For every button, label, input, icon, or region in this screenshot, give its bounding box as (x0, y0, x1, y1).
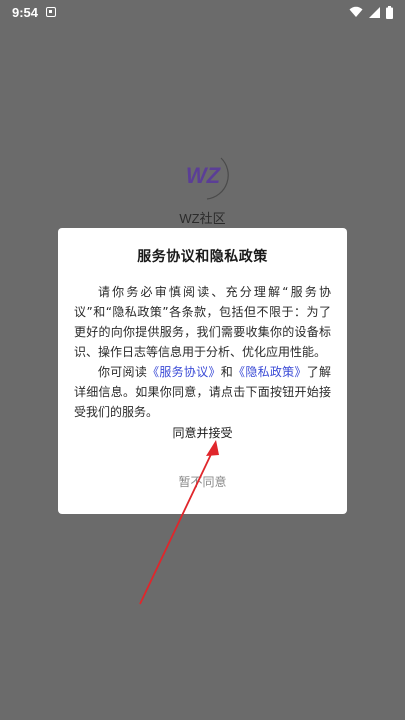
dialog-title: 服务协议和隐私政策 (137, 249, 268, 265)
notification-icon (46, 7, 57, 17)
battery-icon (386, 5, 393, 19)
status-time: 9:54 (12, 4, 39, 20)
app-logo: WZ (177, 150, 229, 202)
app-logo-text: WZ (185, 163, 221, 188)
dialog-body: 请你务必审慎阅读、充分理解“服务协议”和“隐私政策”各条款，包括但不限于：为了更… (74, 282, 331, 422)
privacy-dialog: 服务协议和隐私政策 请你务必审慎阅读、充分理解“服务协议”和“隐私政策”各条款，… (58, 228, 347, 514)
app-name: WZ社区 (179, 211, 226, 226)
dialog-paragraph-1: 请你务必审慎阅读、充分理解“服务协议”和“隐私政策”各条款，包括但不限于：为了更… (74, 285, 331, 359)
decline-button[interactable]: 暂不同意 (58, 473, 347, 490)
privacy-policy-link[interactable]: 《隐私政策》 (233, 365, 307, 379)
agree-button[interactable]: 同意并接受 (58, 424, 347, 441)
wifi-icon (349, 6, 363, 17)
and-text: 和 (220, 365, 234, 379)
cell-signal-icon (369, 6, 380, 18)
dialog-paragraph-2: 你可阅读《服务协议》和《隐私政策》了解详细信息。如果你同意，请点击下面按钮开始接… (74, 362, 331, 422)
app-logo-area: WZ WZ社区 (0, 150, 405, 227)
paragraph-2-prefix: 你可阅读 (98, 365, 148, 379)
service-agreement-link[interactable]: 《服务协议》 (147, 365, 221, 379)
status-bar: 9:54 (0, 0, 405, 24)
